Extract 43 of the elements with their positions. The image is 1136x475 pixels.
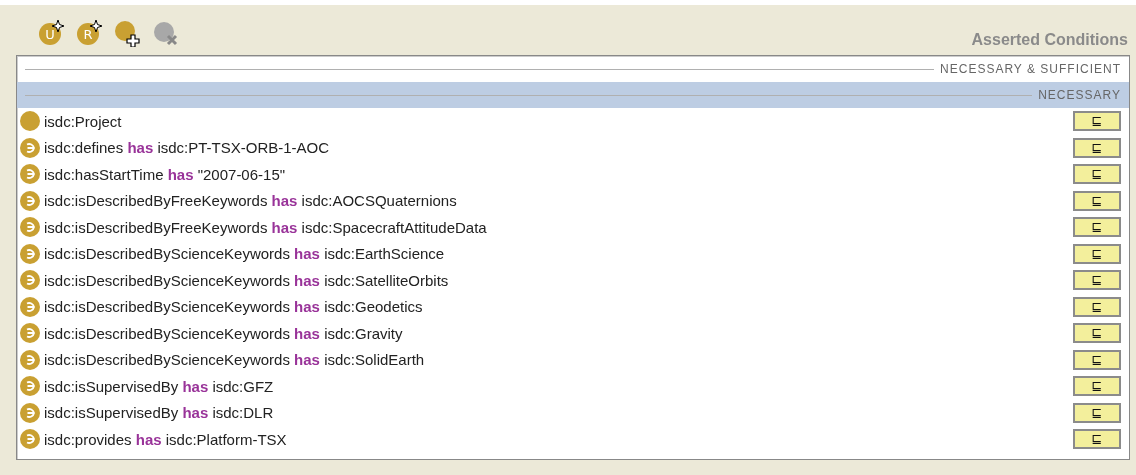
subclass-button[interactable]: ⊑ [1073,349,1121,370]
condition-text: isdc:isDescribedByScienceKeywords has isdc:EarthScience [44,245,446,263]
restriction-icon [20,323,40,344]
restriction-icon [20,217,40,238]
condition-text: isdc:isSupervisedBy has isdc:GFZ [44,377,275,395]
condition-text: isdc:isDescribedByScienceKeywords has isdc:Gravity [44,324,404,342]
restriction-icon [20,349,40,370]
condition-text: isdc:isDescribedByScienceKeywords has isdc:Geodetics [44,298,424,316]
condition-text: isdc:isDescribedByFreeKeywords has isdc:AOCSQuaternions [44,192,458,210]
subclass-button[interactable]: ⊑ [1073,270,1121,291]
restriction-icon [20,402,40,423]
subclass-button[interactable]: ⊑ [1073,137,1121,158]
subclass-button[interactable]: ⊑ [1073,164,1121,185]
condition-text: isdc:defines has isdc:PT-TSX-ORB-1-AOC [44,139,331,157]
restriction-icon [20,376,40,397]
subclass-button[interactable]: ⊑ [1073,429,1121,450]
condition-text: isdc:Project [44,112,123,130]
condition-text: isdc:hasStartTime has "2007-06-15" [44,165,287,183]
condition-text: isdc:provides has isdc:Platform-TSX [44,430,288,448]
restriction-icon [20,164,40,185]
subclass-button[interactable]: ⊑ [1073,217,1121,238]
subclass-button[interactable]: ⊑ [1073,323,1121,344]
subclass-button[interactable]: ⊑ [1073,402,1121,423]
subclass-button[interactable]: ⊑ [1073,376,1121,397]
restriction-icon [20,270,40,291]
condition-text: isdc:isDescribedByScienceKeywords has isdc:SatelliteOrbits [44,271,450,289]
subclass-button[interactable]: ⊑ [1073,296,1121,317]
restriction-icon [20,190,40,211]
restriction-icon [20,137,40,158]
condition-text: isdc:isDescribedByScienceKeywords has isdc:SolidEarth [44,351,426,369]
section-header[interactable]: NECESSARY & SUFFICIENT [17,56,1129,82]
restriction-icon [20,296,40,317]
panel-title: Asserted Conditions [971,31,1128,49]
condition-text: isdc:isDescribedByFreeKeywords has isdc:SpacecraftAttitudeData [44,218,488,236]
subclass-button[interactable]: ⊑ [1073,243,1121,264]
subclass-button[interactable]: ⊑ [1073,190,1121,211]
restriction-icon [20,429,40,450]
subclass-button[interactable]: ⊑ [1073,111,1121,132]
restriction-icon [20,243,40,264]
class-icon [20,111,40,132]
section-header[interactable]: NECESSARY [17,82,1129,108]
add-class-button[interactable] [114,19,142,47]
condition-text: isdc:isSupervisedBy has isdc:DLR [44,404,275,422]
